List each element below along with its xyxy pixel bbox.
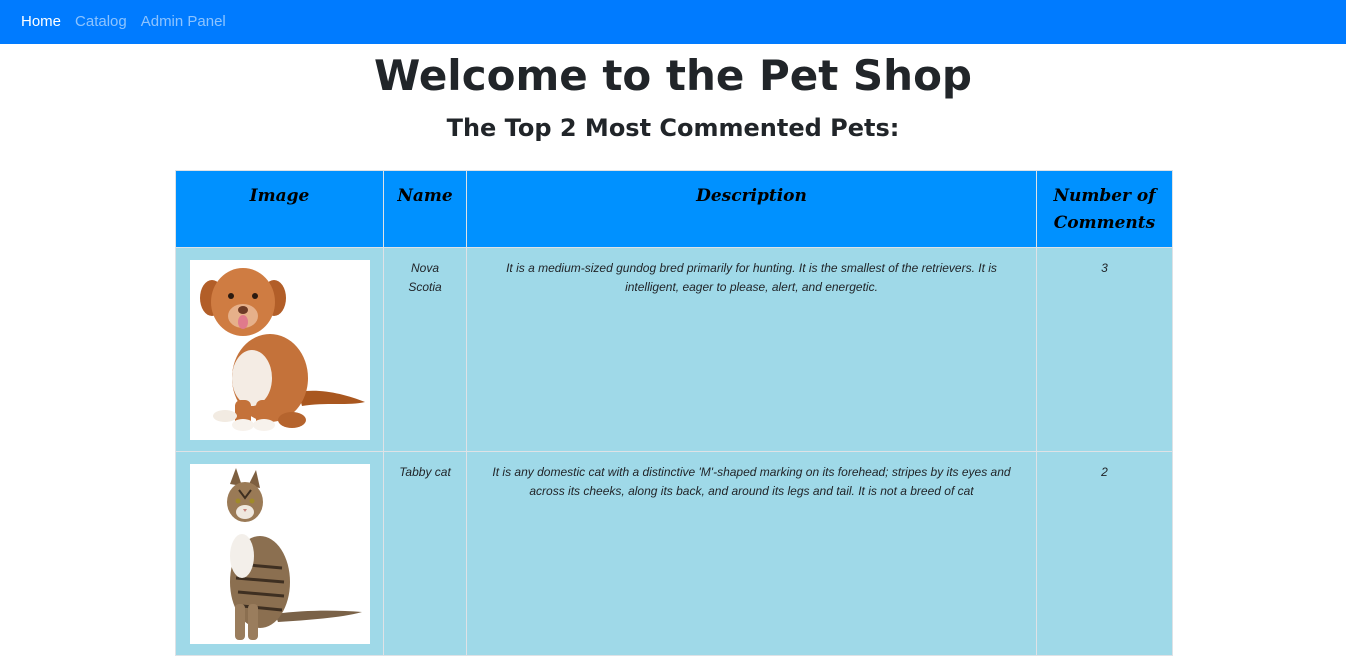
column-header-description: Description [466,170,1037,248]
pet-image-cell [175,451,384,656]
nav-link-catalog[interactable]: Catalog [75,12,127,32]
top-navbar: Home Catalog Admin Panel [0,0,1346,44]
column-header-name: Name [383,170,467,248]
column-header-image: Image [175,170,384,248]
table-row: Tabby cat It is any domestic cat with a … [175,451,1173,656]
pet-image-cell [175,247,384,452]
top-pets-table: Image Name Description Number of Comment… [175,170,1173,656]
page-subtitle: The Top 2 Most Commented Pets: [446,114,900,142]
pet-comments-count-cell: 3 [1036,247,1173,452]
nav-link-admin-panel[interactable]: Admin Panel [141,12,226,32]
cat-photo [190,464,370,644]
page-title: Welcome to the Pet Shop [373,51,972,100]
pet-description-cell: It is a medium-sized gundog bred primari… [466,247,1037,452]
column-header-comments: Number of Comments [1036,170,1173,248]
table-header-row: Image Name Description Number of Comment… [175,170,1173,248]
nav-link-home[interactable]: Home [21,12,61,32]
pet-description-cell: It is any domestic cat with a distinctiv… [466,451,1037,656]
pet-name-cell: Nova Scotia [383,247,467,452]
table-row: Nova Scotia It is a medium-sized gundog … [175,247,1173,452]
pet-name-cell: Tabby cat [383,451,467,656]
dog-photo [190,260,370,440]
pets-table-container: Image Name Description Number of Comment… [175,170,1173,656]
pet-comments-count-cell: 2 [1036,451,1173,656]
